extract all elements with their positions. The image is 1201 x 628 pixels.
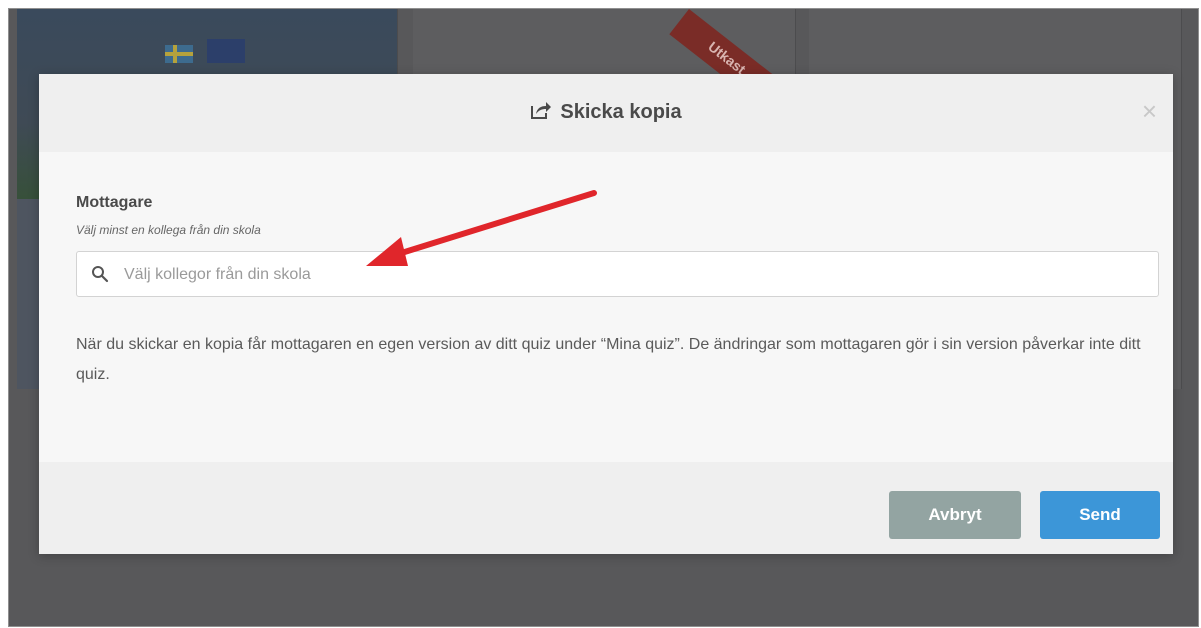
modal-header: Skicka kopia × (39, 74, 1173, 152)
recipient-search-field[interactable] (76, 251, 1159, 298)
copy-info-text: När du skickar en kopia får mottagaren e… (76, 336, 1141, 383)
recipient-search-input[interactable] (122, 252, 1146, 298)
close-icon[interactable]: × (1142, 98, 1157, 124)
recipient-label: Mottagare (76, 194, 153, 211)
modal-title: Skicka kopia (39, 100, 1173, 126)
send-button[interactable]: Send (1040, 491, 1160, 539)
swedish-flag-icon (165, 45, 193, 63)
share-icon (530, 100, 552, 126)
eu-flag-icon (207, 39, 245, 63)
screenshot-frame: Utkast Skicka kopia × Mottagare Välj min… (8, 8, 1199, 627)
modal-body: Mottagare Välj minst en kollega från din… (39, 152, 1173, 462)
modal-title-text: Skicka kopia (560, 101, 682, 123)
recipient-hint: Välj minst en kollega från din skola (76, 223, 261, 237)
send-copy-modal: Skicka kopia × Mottagare Välj minst en k… (39, 74, 1173, 554)
modal-footer: Avbryt Send (39, 462, 1173, 554)
cancel-button[interactable]: Avbryt (889, 491, 1021, 539)
search-icon (91, 265, 109, 288)
